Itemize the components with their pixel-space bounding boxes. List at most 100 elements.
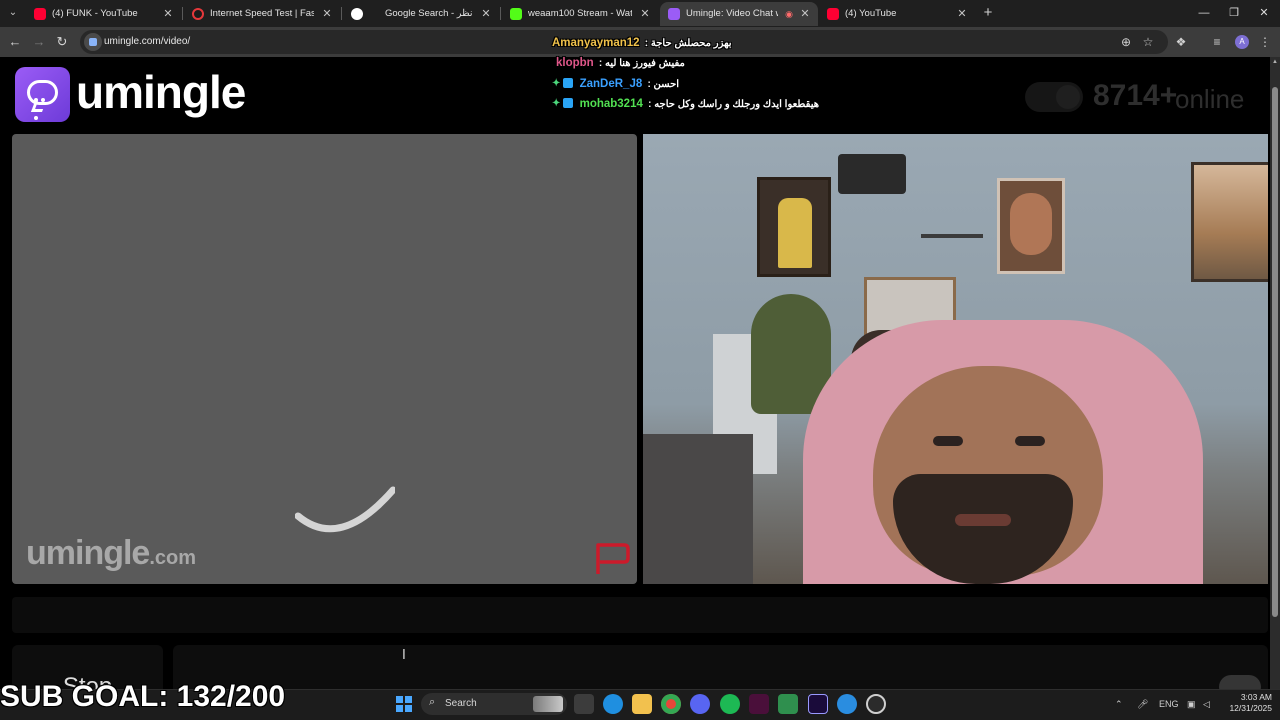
tab-title: Google Search - اختبار نظر <box>385 8 473 19</box>
language-indicator[interactable]: ENG <box>1159 689 1179 720</box>
stream-chat-overlay: Amanyayman12 : بهزر محصلش حاجة klopbn : … <box>552 34 852 114</box>
youtube-icon <box>34 8 46 20</box>
browser-tab[interactable]: Google Search - اختبار نظر ✕ <box>343 2 499 26</box>
minimize-icon[interactable]: — <box>1189 0 1219 27</box>
clock-time: 3:03 AM <box>1240 692 1272 702</box>
zoom-icon[interactable]: ⊕ <box>1117 33 1135 51</box>
reload-icon[interactable]: ↻ <box>52 32 72 52</box>
chat-text: : مفيش فيورز هنا ليه <box>598 58 685 69</box>
video-editor-icon[interactable] <box>749 694 769 714</box>
tab-search-chevron-icon[interactable]: ⌄ <box>4 4 22 22</box>
new-tab-icon[interactable]: + <box>980 5 996 21</box>
diamond-badge-icon: ✦ <box>552 98 561 109</box>
browser-tab[interactable]: Internet Speed Test | Fast.com ✕ <box>184 2 340 26</box>
window-close-icon[interactable]: ✕ <box>1249 0 1279 27</box>
screen: ⌄ (4) FUNK - YouTube ✕ Internet Speed Te… <box>0 0 1280 720</box>
chat-message: Amanyayman12 : بهزر محصلش حاجة <box>552 34 732 52</box>
tab-close-icon[interactable]: ✕ <box>638 7 652 21</box>
browser-icon[interactable] <box>837 694 857 714</box>
chat-message: ✦ ZanDeR_J8 : احسن <box>552 75 679 93</box>
self-webcam-panel <box>643 134 1268 584</box>
umingle-logo-icon[interactable] <box>15 67 70 122</box>
browser-tab-strip: ⌄ (4) FUNK - YouTube ✕ Internet Speed Te… <box>0 0 1280 27</box>
diamond-badge-icon: ✦ <box>552 78 561 89</box>
chat-text: : هيقطعوا ايدك ورجلك و راسك وكل حاجه <box>648 99 819 111</box>
tab-close-icon[interactable]: ✕ <box>479 7 493 21</box>
online-count: 8714+ <box>1093 79 1178 112</box>
text-cursor-icon: I <box>402 648 406 663</box>
tab-close-icon[interactable]: ✕ <box>161 7 175 21</box>
streamer-mouth <box>955 514 1011 526</box>
status-bar <box>12 597 1268 633</box>
subscriber-badge-icon <box>563 98 574 108</box>
shelf <box>921 234 983 238</box>
media-controls-icon[interactable]: ≡ <box>1208 33 1226 51</box>
theme-toggle[interactable] <box>1025 82 1083 112</box>
chat-text: : احسن <box>647 79 680 91</box>
logo-dots <box>34 89 52 120</box>
site-info-icon[interactable] <box>84 33 102 51</box>
umingle-icon <box>668 8 680 20</box>
taskbar-clock[interactable]: 3:03 AM 12/31/2025 <box>1222 692 1272 714</box>
discord-icon[interactable] <box>690 694 710 714</box>
chat-message: klopbn : مفيش فيورز هنا ليه <box>556 54 685 72</box>
more-menu-icon[interactable]: ⋮ <box>1256 33 1274 51</box>
tab-divider <box>500 7 501 20</box>
task-view-icon[interactable] <box>574 694 594 714</box>
premiere-pro-icon[interactable] <box>808 694 828 714</box>
forward-icon[interactable]: → <box>29 32 49 52</box>
online-label: online <box>1175 84 1245 114</box>
tab-title: (4) FUNK - YouTube <box>52 8 138 19</box>
partner-video-panel: umingle.com <box>12 134 637 584</box>
obs-icon[interactable] <box>866 694 886 714</box>
profile-avatar[interactable]: A <box>1235 35 1249 49</box>
file-explorer-icon[interactable] <box>632 694 652 714</box>
browser-tab[interactable]: (4) YouTube ✕ <box>819 2 975 26</box>
tab-close-icon[interactable]: ✕ <box>955 7 969 21</box>
google-icon <box>351 8 363 20</box>
clock-date: 12/31/2025 <box>1229 703 1272 713</box>
chrome-icon[interactable] <box>661 694 681 714</box>
taskbar-search-label: Search <box>445 698 477 709</box>
scroll-thumb[interactable] <box>1272 87 1278 617</box>
browser-tab[interactable]: weaam100 Stream - Watch Live ✕ <box>502 2 658 26</box>
browser-tab-active[interactable]: Umingle: Video Chat with S ◉ ✕ <box>660 2 818 26</box>
tab-close-icon[interactable]: ✕ <box>798 7 812 21</box>
streamer-eye <box>933 436 963 446</box>
windows-start-icon[interactable] <box>396 696 412 712</box>
site-logo-text[interactable]: umingle <box>76 65 246 119</box>
taskbar-search[interactable]: ⌕ Search <box>421 693 567 715</box>
scroll-up-icon[interactable]: ▲ <box>1270 57 1280 67</box>
edge-icon[interactable] <box>603 694 623 714</box>
youtube-icon <box>827 8 839 20</box>
tab-title: Umingle: Video Chat with S <box>686 8 778 19</box>
spotify-icon[interactable] <box>720 694 740 714</box>
tab-close-icon[interactable]: ✕ <box>320 7 334 21</box>
loading-spinner-icon <box>295 486 395 533</box>
app-icon[interactable] <box>778 694 798 714</box>
extensions-icon[interactable]: ❖ <box>1172 33 1190 51</box>
tab-title: Internet Speed Test | Fast.com <box>210 8 314 19</box>
basketball-poster <box>757 177 831 277</box>
page-scrollbar[interactable]: ▲ <box>1270 57 1280 689</box>
tab-divider <box>182 7 183 20</box>
bookmark-star-icon[interactable]: ☆ <box>1139 33 1157 51</box>
recording-icon: ◉ <box>785 9 793 19</box>
restore-icon[interactable]: ❐ <box>1219 0 1249 27</box>
microphone-icon[interactable]: 🎤︎ <box>1137 689 1148 720</box>
search-highlight-image <box>533 696 563 712</box>
browser-tab[interactable]: (4) FUNK - YouTube ✕ <box>26 2 181 26</box>
report-flag-icon[interactable] <box>594 542 630 576</box>
chat-username: klopbn <box>556 57 594 69</box>
chat-username: Amanyayman12 <box>552 37 640 49</box>
url-text: umingle.com/video/ <box>104 36 191 47</box>
subscriber-badge-icon <box>563 78 574 88</box>
volume-icon[interactable]: ◁ <box>1203 689 1210 720</box>
face-poster <box>997 178 1065 274</box>
back-icon[interactable]: ← <box>5 32 25 52</box>
tab-title: weaam100 Stream - Watch Live <box>528 8 632 19</box>
chat-text: : بهزر محصلش حاجة <box>644 38 732 49</box>
umingle-watermark: umingle.com <box>26 534 197 572</box>
network-icon[interactable]: ▣ <box>1187 689 1196 720</box>
tray-chevron-icon[interactable]: ⌃ <box>1115 689 1123 720</box>
